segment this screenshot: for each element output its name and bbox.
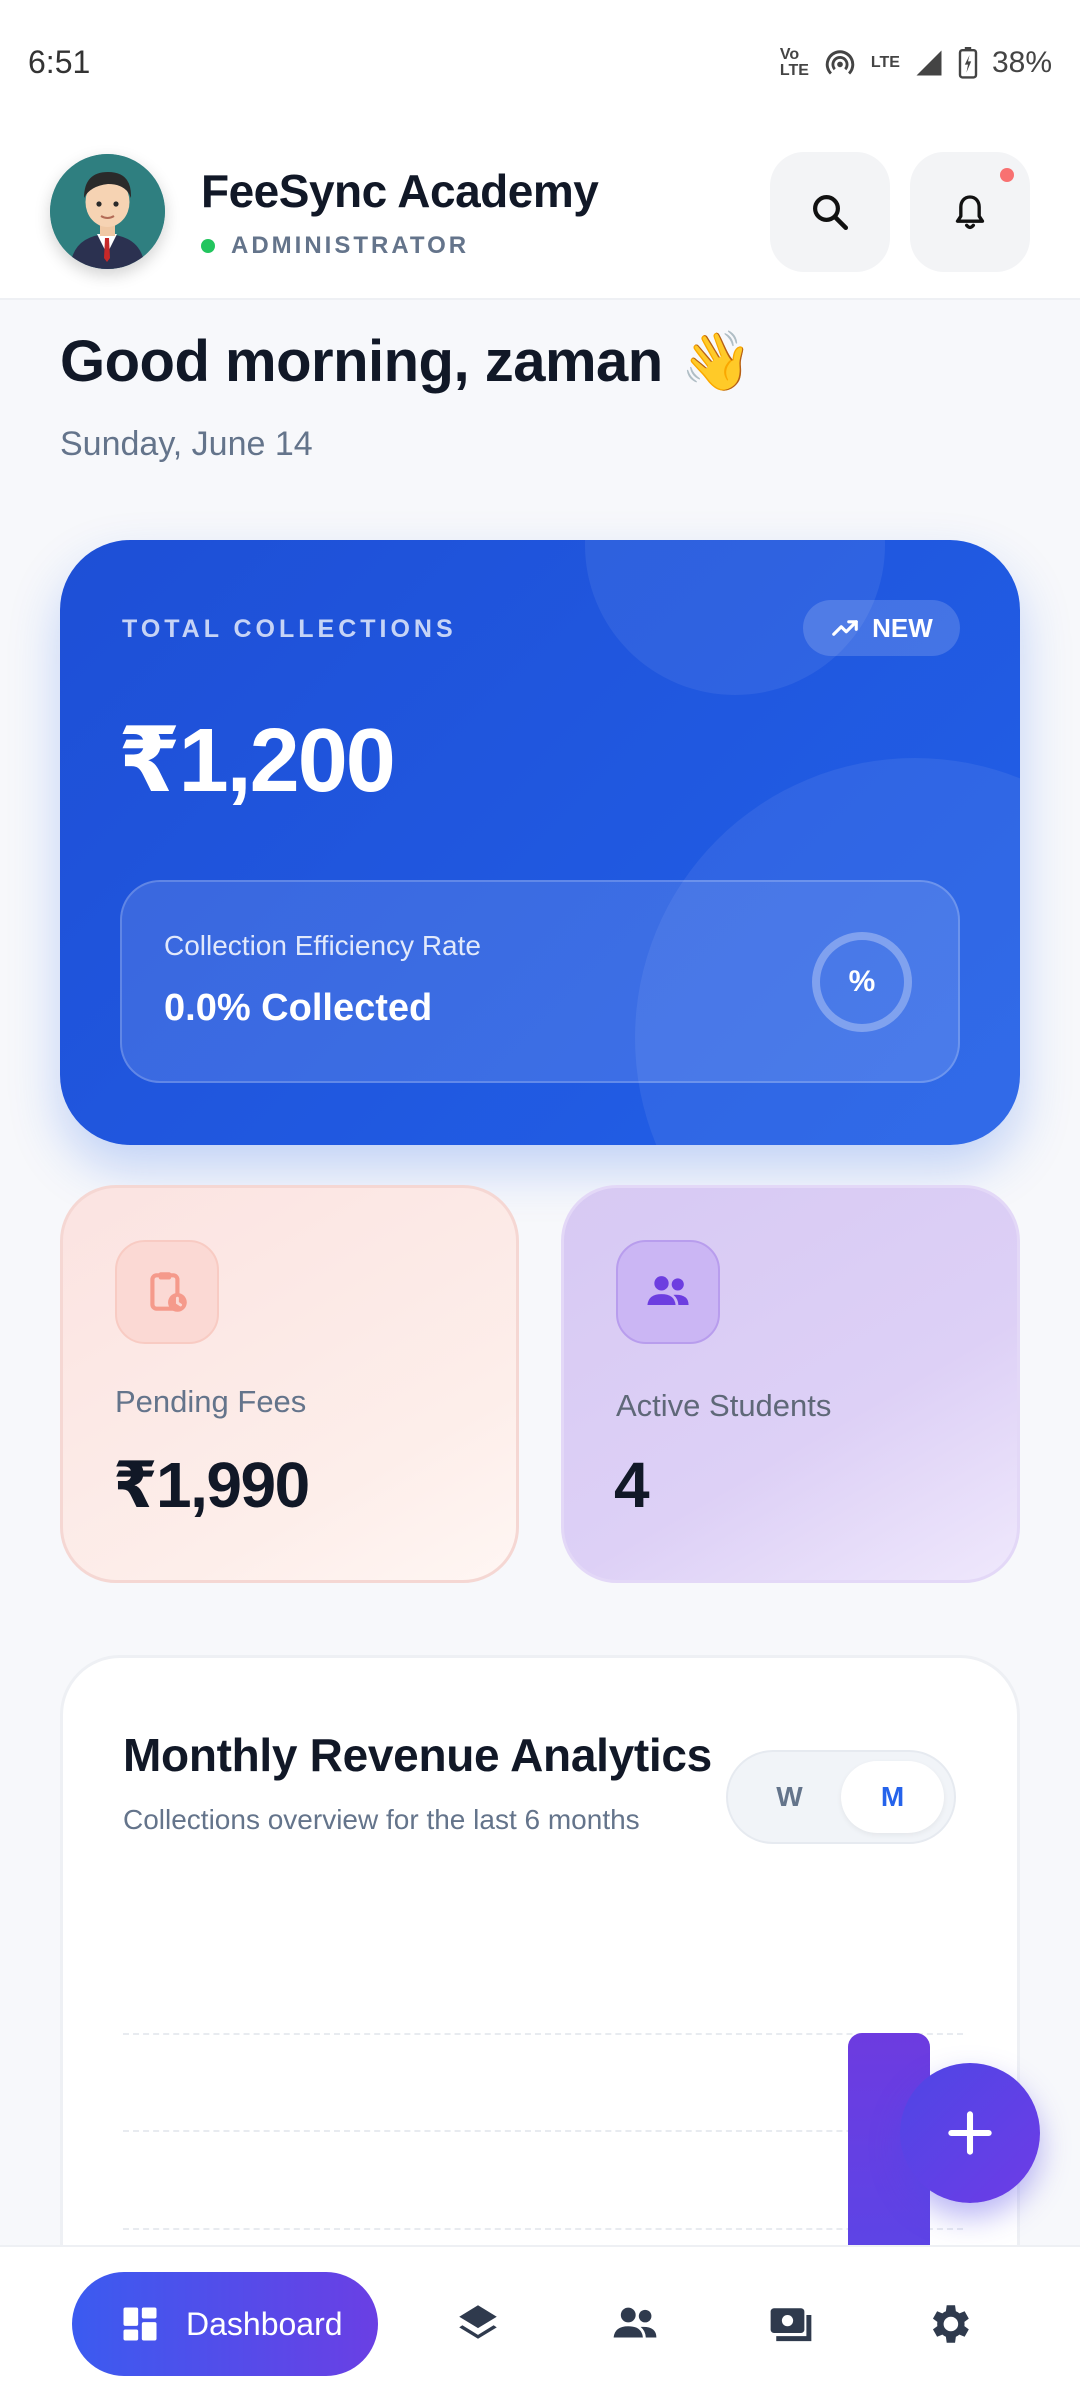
active-students-card[interactable]: Active Students 4 (561, 1185, 1020, 1583)
layers-icon (459, 2305, 497, 2339)
status-bar: 6:51 Vo LTE LTE 38% (0, 0, 1080, 125)
pending-fees-card[interactable]: Pending Fees ₹1,990 (60, 1185, 519, 1583)
search-icon (813, 194, 849, 230)
volte-indicator: Vo LTE (779, 45, 809, 79)
total-collections-label: TOTAL COLLECTIONS (122, 615, 457, 643)
efficiency-value: 0.0% Collected (164, 987, 433, 1029)
status-icons: Vo LTE LTE 38% (780, 46, 1052, 80)
toggle-monthly[interactable]: M (841, 1761, 944, 1833)
role-label: ADMINISTRATOR (231, 231, 470, 259)
search-button[interactable] (770, 151, 890, 272)
nav-settings[interactable] (919, 2294, 979, 2354)
avatar-illustration (50, 154, 165, 269)
plus-icon (948, 2111, 992, 2155)
analytics-subtitle: Collections overview for the last 6 mont… (123, 1804, 640, 1835)
role-row: ADMINISTRATOR (201, 232, 770, 260)
period-toggle: W M (726, 1750, 956, 1844)
hotspot-icon (825, 49, 855, 74)
battery-icon (958, 46, 978, 79)
nav-courses[interactable] (448, 2294, 508, 2354)
bottom-navigation: Dashboard (0, 2245, 1080, 2400)
chart-gridline (123, 2228, 963, 2230)
nav-students[interactable] (605, 2294, 665, 2354)
add-fab-button[interactable] (900, 2063, 1040, 2203)
notifications-button[interactable] (910, 151, 1030, 272)
signal-icon (916, 50, 942, 75)
total-collections-card[interactable]: TOTAL COLLECTIONS NEW ₹1,200 Collection … (60, 540, 1020, 1145)
active-students-value: 4 (614, 1449, 650, 1521)
clipboard-clock-icon (115, 1240, 219, 1344)
chart-gridline (123, 2033, 963, 2035)
active-students-label: Active Students (616, 1388, 832, 1423)
online-status-dot (201, 238, 215, 253)
percent-icon: % (812, 932, 912, 1032)
pending-fees-value: ₹1,990 (113, 1449, 310, 1521)
dashboard-icon (123, 2307, 157, 2341)
chart-gridline (123, 2130, 963, 2132)
status-time: 6:51 (28, 44, 91, 80)
payments-icon (770, 2308, 812, 2342)
analytics-title: Monthly Revenue Analytics (123, 1729, 712, 1781)
people-icon (616, 1240, 720, 1344)
toggle-weekly[interactable]: W (738, 1761, 841, 1833)
nav-dashboard-label: Dashboard (186, 2305, 343, 2342)
new-badge-label: NEW (872, 612, 933, 643)
network-type: LTE (870, 53, 900, 71)
pending-fees-label: Pending Fees (115, 1384, 307, 1419)
bell-icon (955, 194, 985, 229)
greeting-text: Good morning, zaman (60, 329, 663, 394)
avatar[interactable] (50, 154, 165, 269)
efficiency-label: Collection Efficiency Rate (164, 930, 481, 961)
app-header: FeeSync Academy ADMINISTRATOR (0, 125, 1080, 300)
wave-emoji: 👋 (680, 329, 753, 394)
greeting: Good morning, zaman 👋 (60, 328, 753, 396)
nav-dashboard[interactable]: Dashboard (72, 2272, 378, 2376)
notification-badge (1000, 167, 1014, 182)
battery-percent: 38% (991, 45, 1052, 79)
efficiency-panel: Collection Efficiency Rate 0.0% Collecte… (120, 880, 960, 1083)
settings-icon (932, 2305, 969, 2343)
current-date: Sunday, June 14 (60, 425, 313, 463)
trending-up-icon (832, 620, 858, 636)
nav-payments[interactable] (762, 2294, 822, 2354)
header-text: FeeSync Academy ADMINISTRATOR (201, 164, 770, 260)
people-icon (613, 2307, 657, 2338)
app-title: FeeSync Academy (201, 164, 599, 217)
new-badge: NEW (803, 600, 960, 656)
total-amount: ₹1,200 (118, 711, 396, 811)
